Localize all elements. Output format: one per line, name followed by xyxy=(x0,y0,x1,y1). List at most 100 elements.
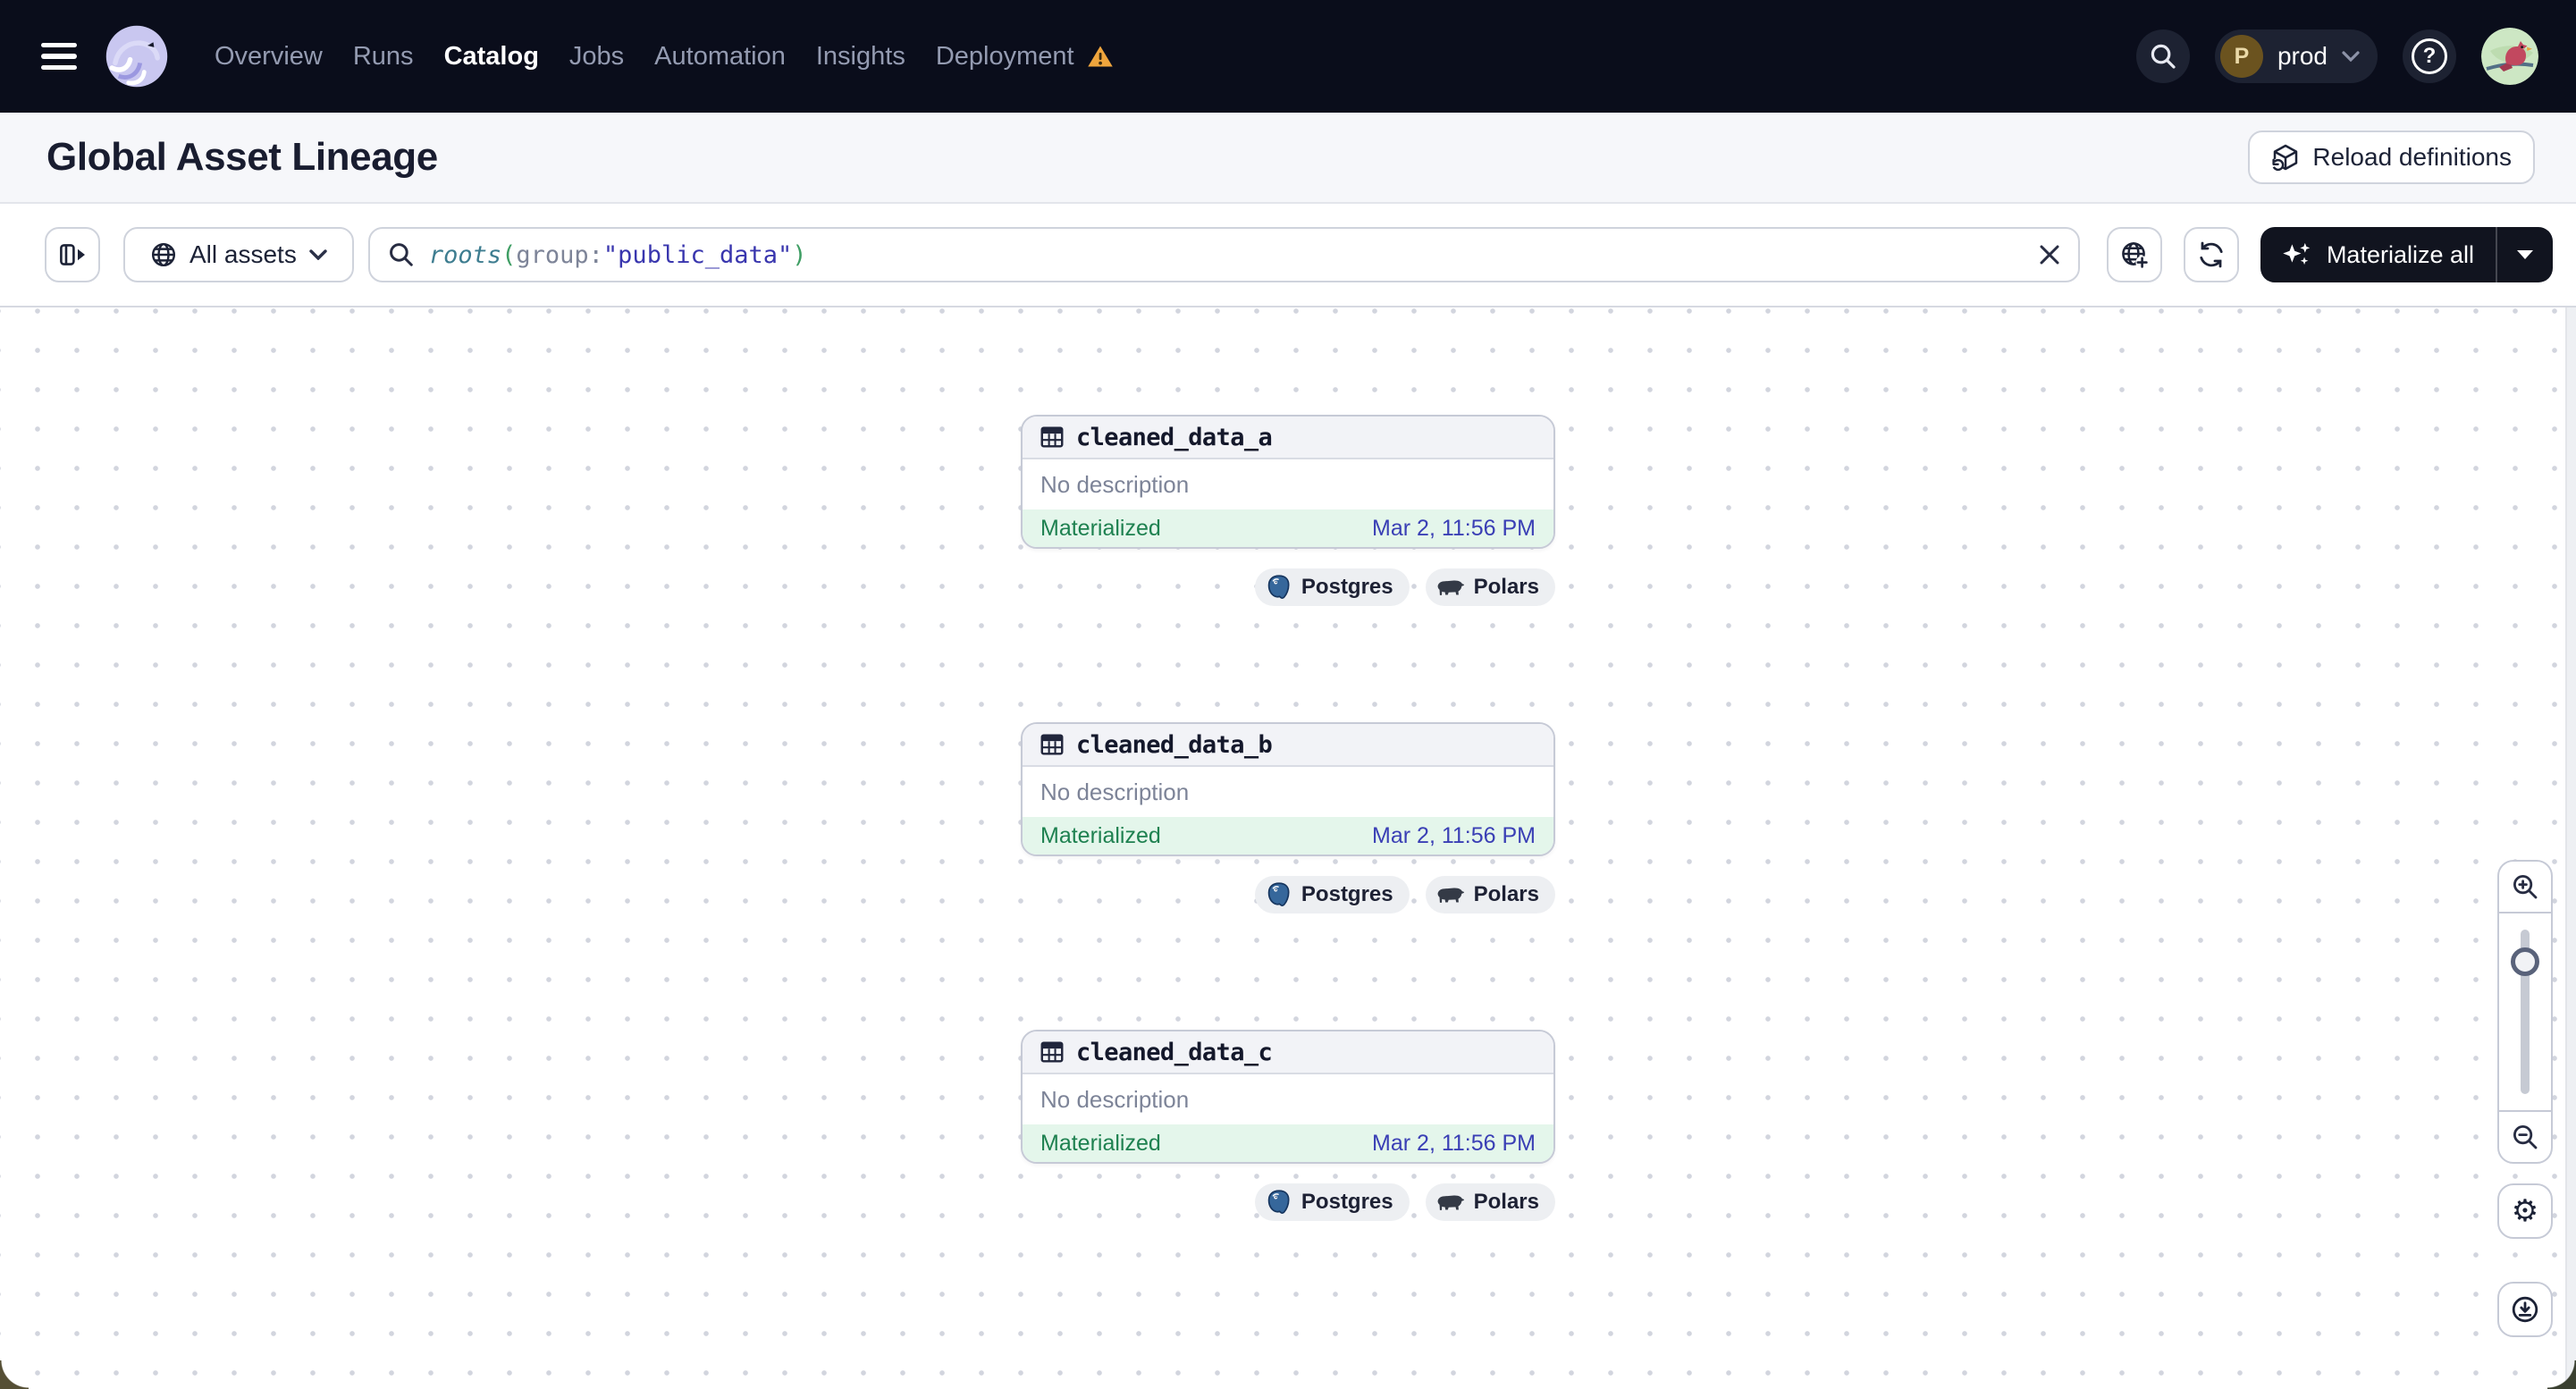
canvas-scrollbar-gutter[interactable] xyxy=(2565,307,2576,1389)
refresh-button[interactable] xyxy=(2183,227,2239,282)
polars-bear-icon xyxy=(1436,1192,1465,1212)
zoom-controls xyxy=(2497,860,2553,1164)
asset-selection-query: roots(group: "public_data") xyxy=(429,241,807,269)
hamburger-menu-icon[interactable] xyxy=(41,43,77,70)
query-function: roots xyxy=(428,240,502,269)
status-badge: Materialized xyxy=(1040,1130,1161,1156)
chevron-down-icon xyxy=(309,249,327,260)
asset-name: cleaned_data_a xyxy=(1076,423,1273,451)
environment-switcher[interactable]: P prod xyxy=(2214,29,2378,83)
tag-polars[interactable]: Polars xyxy=(1425,1183,1555,1221)
asset-node-cleaned-data-a[interactable]: cleaned_data_a No description Materializ… xyxy=(1021,415,1555,549)
tag-postgres[interactable]: Postgres xyxy=(1254,568,1410,606)
caret-down-icon xyxy=(2517,250,2533,259)
asset-tags-row: Postgres Polars xyxy=(1021,876,1555,913)
environment-avatar: P xyxy=(2219,35,2263,78)
query-close-paren: ) xyxy=(792,240,807,269)
tag-label: Polars xyxy=(1473,575,1539,599)
open-left-panel-button[interactable] xyxy=(45,227,100,282)
polars-bear-icon xyxy=(1436,885,1465,905)
lineage-canvas[interactable]: cleaned_data_a No description Materializ… xyxy=(0,307,2576,1389)
materialize-options-button[interactable] xyxy=(2497,227,2553,282)
materialize-all-button[interactable]: Materialize all xyxy=(2260,227,2553,282)
asset-name: cleaned_data_b xyxy=(1076,730,1273,759)
zoom-slider-knob[interactable] xyxy=(2511,947,2539,976)
help-icon: ? xyxy=(2412,38,2447,74)
table-icon xyxy=(1039,1039,1065,1065)
nav-item-automation[interactable]: Automation xyxy=(654,42,786,72)
materialization-timestamp[interactable]: Mar 2, 11:56 PM xyxy=(1372,516,1536,542)
postgres-icon xyxy=(1266,574,1292,601)
status-badge: Materialized xyxy=(1040,822,1161,848)
query-key: group: xyxy=(516,240,603,269)
reload-definitions-button[interactable]: Reload definitions xyxy=(2248,130,2535,184)
postgres-icon xyxy=(1266,1189,1292,1216)
tag-label: Polars xyxy=(1473,882,1539,906)
asset-filter-input[interactable]: roots(group: "public_data") xyxy=(367,227,2080,282)
environment-label: prod xyxy=(2277,42,2328,70)
asset-description: No description xyxy=(1040,470,1190,498)
search-icon xyxy=(388,241,415,268)
query-open-paren: ( xyxy=(501,240,517,269)
new-catalog-view-button[interactable] xyxy=(2106,227,2162,282)
asset-tags-row: Postgres Polars xyxy=(1021,1183,1555,1221)
zoom-in-button[interactable] xyxy=(2499,862,2551,912)
asset-node-cleaned-data-c[interactable]: cleaned_data_c No description Materializ… xyxy=(1021,1030,1555,1164)
user-avatar[interactable] xyxy=(2481,28,2538,85)
globe-icon xyxy=(150,241,177,268)
materialization-timestamp[interactable]: Mar 2, 11:56 PM xyxy=(1372,823,1536,849)
nav-item-catalog[interactable]: Catalog xyxy=(444,42,539,72)
asset-description: No description xyxy=(1040,778,1190,805)
lineage-toolbar: All assets roots(group: "public_data") M… xyxy=(0,204,2576,307)
tag-label: Postgres xyxy=(1301,1190,1393,1214)
zoom-out-button[interactable] xyxy=(2499,1112,2551,1162)
nav-item-runs[interactable]: Runs xyxy=(353,42,414,72)
status-badge: Materialized xyxy=(1040,515,1161,541)
query-value: "public_data" xyxy=(602,240,793,269)
sparkles-icon xyxy=(2282,241,2312,268)
asset-node-status-bar: Materialized Mar 2, 11:56 PM xyxy=(1023,509,1553,547)
asset-node-cleaned-data-b[interactable]: cleaned_data_b No description Materializ… xyxy=(1021,722,1555,856)
asset-node-header: cleaned_data_a xyxy=(1023,417,1553,459)
tag-postgres[interactable]: Postgres xyxy=(1254,1183,1410,1221)
download-icon xyxy=(2511,1295,2539,1324)
asset-node-body: No description xyxy=(1023,459,1553,509)
panel-expand-icon xyxy=(58,240,87,269)
asset-scope-label: All assets xyxy=(189,240,297,268)
nav-item-deployment[interactable]: Deployment xyxy=(936,42,1114,72)
tag-postgres[interactable]: Postgres xyxy=(1254,876,1410,913)
asset-name: cleaned_data_c xyxy=(1076,1038,1273,1066)
deployment-warning-icon xyxy=(1087,45,1114,68)
zoom-slider[interactable] xyxy=(2499,912,2551,1112)
refresh-icon xyxy=(2197,240,2226,269)
asset-node-status-bar: Materialized Mar 2, 11:56 PM xyxy=(1023,1124,1553,1162)
main-nav: Overview Runs Catalog Jobs Automation In… xyxy=(215,42,1114,72)
reload-package-icon xyxy=(2271,143,2300,172)
postgres-icon xyxy=(1266,881,1292,908)
page-title: Global Asset Lineage xyxy=(46,135,438,179)
globe-plus-icon xyxy=(2120,240,2149,269)
tag-label: Postgres xyxy=(1301,882,1393,906)
asset-tags-row: Postgres Polars xyxy=(1021,568,1555,606)
asset-scope-dropdown[interactable]: All assets xyxy=(123,227,354,282)
dagster-logo-icon[interactable] xyxy=(104,23,170,89)
nav-item-overview[interactable]: Overview xyxy=(215,42,323,72)
asset-node-body: No description xyxy=(1023,767,1553,817)
download-graph-button[interactable] xyxy=(2497,1282,2553,1337)
nav-item-insights[interactable]: Insights xyxy=(816,42,905,72)
table-icon xyxy=(1039,731,1065,758)
clear-query-button[interactable] xyxy=(2039,244,2060,265)
polars-bear-icon xyxy=(1436,577,1465,597)
gear-icon: ⚙ xyxy=(2511,1193,2539,1229)
tag-polars[interactable]: Polars xyxy=(1425,568,1555,606)
page-header: Global Asset Lineage Reload definitions xyxy=(0,113,2576,204)
graph-settings-button[interactable]: ⚙ xyxy=(2497,1183,2553,1239)
help-button[interactable]: ? xyxy=(2403,29,2456,83)
tag-polars[interactable]: Polars xyxy=(1425,876,1555,913)
tag-label: Postgres xyxy=(1301,575,1393,599)
asset-node-status-bar: Materialized Mar 2, 11:56 PM xyxy=(1023,817,1553,854)
global-search-button[interactable] xyxy=(2135,29,2190,83)
materialization-timestamp[interactable]: Mar 2, 11:56 PM xyxy=(1372,1131,1536,1157)
materialize-all-main[interactable]: Materialize all xyxy=(2260,227,2496,282)
nav-item-jobs[interactable]: Jobs xyxy=(569,42,624,72)
